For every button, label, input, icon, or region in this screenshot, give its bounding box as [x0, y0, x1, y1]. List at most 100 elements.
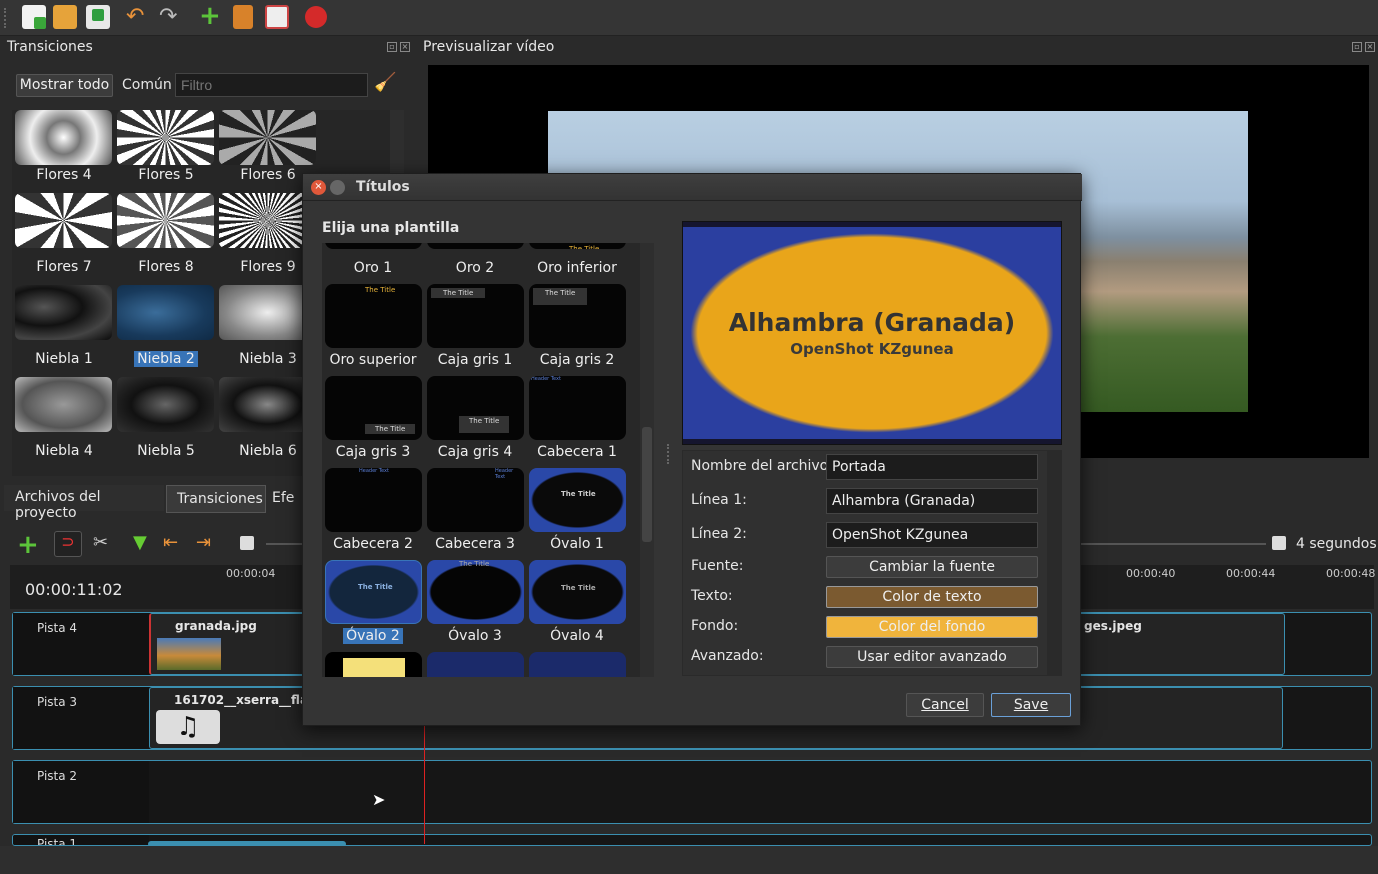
template-extra2[interactable]: [529, 652, 626, 677]
save-button[interactable]: Save: [991, 693, 1071, 717]
close-dialog-icon[interactable]: ×: [311, 180, 326, 195]
template-ovalo4[interactable]: The Title: [529, 560, 626, 624]
template-label: Caja gris 3: [335, 444, 411, 460]
transition-thumb-niebla5[interactable]: [117, 377, 214, 432]
template-notes[interactable]: [325, 652, 422, 677]
fullscreen-icon[interactable]: [265, 5, 289, 29]
transition-thumb-flores5[interactable]: [117, 110, 214, 165]
scrollbar-thumb[interactable]: [642, 427, 652, 542]
open-file-icon[interactable]: [53, 5, 77, 29]
track-name: Pista 2: [37, 769, 78, 783]
razor-icon[interactable]: ✂: [93, 532, 108, 553]
ruler-label: 00:00:40: [1126, 567, 1176, 580]
bg-color-button[interactable]: Color del fondo: [826, 616, 1038, 638]
center-playhead-icon[interactable]: [240, 536, 254, 550]
track-name: Pista 1: [37, 837, 78, 846]
template-ovalo2[interactable]: The Title: [325, 560, 422, 624]
maximize-dialog-icon[interactable]: [330, 180, 345, 195]
undo-icon[interactable]: ↶: [126, 5, 150, 29]
template-oro2[interactable]: [427, 243, 524, 249]
template-oro-inferior[interactable]: The Title: [529, 243, 626, 249]
template-extra1[interactable]: [427, 652, 524, 677]
filter-input[interactable]: [175, 73, 368, 97]
float-panel-icon[interactable]: ▫: [387, 42, 397, 52]
new-file-icon[interactable]: [22, 5, 46, 29]
transition-thumb-niebla1[interactable]: [15, 285, 112, 340]
preview-line1: Alhambra (Granada): [728, 308, 1016, 337]
zoom-icon: [1272, 536, 1286, 550]
template-text: The Title: [569, 245, 600, 249]
common-filter-button[interactable]: Común: [122, 77, 172, 93]
transition-thumb-niebla2[interactable]: [117, 285, 214, 340]
template-oro-superior[interactable]: The Title: [325, 284, 422, 348]
track-name: Pista 3: [37, 695, 78, 709]
template-oro1[interactable]: [325, 243, 422, 249]
transition-label: Niebla 5: [137, 443, 195, 459]
transition-thumb-flores8[interactable]: [117, 193, 214, 248]
template-text: The Title: [365, 286, 396, 294]
add-icon[interactable]: +: [199, 3, 223, 29]
transition-thumb-flores7[interactable]: [15, 193, 112, 248]
template-ovalo1[interactable]: The Title: [529, 468, 626, 532]
track-2[interactable]: Pista 2: [12, 760, 1372, 824]
transition-label-selected: Niebla 2: [116, 351, 216, 367]
template-label: Cabecera 1: [537, 444, 617, 460]
template-label: Oro 2: [455, 260, 495, 276]
clip-jpeg-right[interactable]: ges.jpeg: [1075, 613, 1285, 675]
track-header: Pista 4: [13, 613, 149, 675]
redo-icon[interactable]: ↷: [159, 5, 183, 29]
titles-dialog: × Títulos Elija una plantilla The Title …: [302, 173, 1082, 726]
tab-effects[interactable]: Efe: [272, 490, 294, 506]
main-toolbar: ↶ ↷ +: [0, 0, 1378, 36]
clip-granada[interactable]: granada.jpg: [149, 613, 309, 675]
template-label: Oro inferior: [537, 260, 617, 276]
jump-end-icon[interactable]: ⇥: [196, 532, 211, 553]
clip-name: granada.jpg: [175, 619, 257, 633]
jump-start-icon[interactable]: ⇤: [163, 532, 178, 553]
change-font-button[interactable]: Cambiar la fuente: [826, 556, 1038, 578]
template-cabecera3[interactable]: Header Text: [427, 468, 524, 532]
template-text: The Title: [365, 424, 416, 434]
template-label: Caja gris 4: [437, 444, 513, 460]
transition-thumb-niebla4[interactable]: [15, 377, 112, 432]
filename-input[interactable]: Portada: [826, 454, 1038, 480]
transition-thumb-flores6[interactable]: [219, 110, 316, 165]
close-panel-icon[interactable]: ×: [400, 42, 410, 52]
text-color-button[interactable]: Color de texto: [826, 586, 1038, 608]
ruler-label: 00:00:48: [1326, 567, 1376, 580]
save-file-icon[interactable]: [86, 5, 110, 29]
split-icon[interactable]: [233, 5, 253, 29]
float-panel-icon[interactable]: ▫: [1352, 42, 1362, 52]
template-label: Caja gris 1: [437, 352, 513, 368]
line2-input[interactable]: OpenShot KZgunea: [826, 522, 1038, 548]
close-panel-icon[interactable]: ×: [1365, 42, 1375, 52]
template-text: The Title: [459, 416, 510, 433]
line1-input[interactable]: Alhambra (Granada): [826, 488, 1038, 514]
clip-thumbnail: [157, 638, 221, 670]
template-list: The Title Oro 1 Oro 2 Oro inferior The T…: [322, 243, 654, 677]
tab-transitions[interactable]: Transiciones: [166, 485, 266, 513]
transition-thumb-flores4[interactable]: [15, 110, 112, 165]
marker-icon[interactable]: ▼: [133, 532, 147, 553]
template-scrollbar[interactable]: [640, 243, 654, 677]
template-label: Caja gris 2: [539, 352, 615, 368]
template-cabecera2[interactable]: Header Text: [325, 468, 422, 532]
form-scrollbar[interactable]: [1047, 451, 1061, 675]
cancel-button[interactable]: Cancel: [906, 693, 984, 717]
template-ovalo3[interactable]: The Title: [427, 560, 524, 624]
template-cabecera1[interactable]: Header Text: [529, 376, 626, 440]
snapping-icon[interactable]: ⊃: [54, 531, 82, 557]
template-caja-gris3[interactable]: The Title: [325, 376, 422, 440]
record-icon[interactable]: [305, 6, 327, 28]
transitions-panel-title: Transiciones: [7, 39, 93, 55]
show-all-button[interactable]: Mostrar todo: [16, 74, 113, 97]
template-caja-gris2[interactable]: The Title: [529, 284, 626, 348]
template-caja-gris1[interactable]: The Title: [427, 284, 524, 348]
template-caja-gris4[interactable]: The Title: [427, 376, 524, 440]
add-track-icon[interactable]: +: [17, 530, 39, 560]
splitter-handle[interactable]: [667, 444, 673, 464]
clear-filter-icon[interactable]: 🧹: [374, 72, 396, 96]
advanced-editor-button[interactable]: Usar editor avanzado: [826, 646, 1038, 668]
template-label: Cabecera 3: [435, 536, 515, 552]
tab-project-files[interactable]: Archivos del proyecto: [4, 485, 164, 521]
